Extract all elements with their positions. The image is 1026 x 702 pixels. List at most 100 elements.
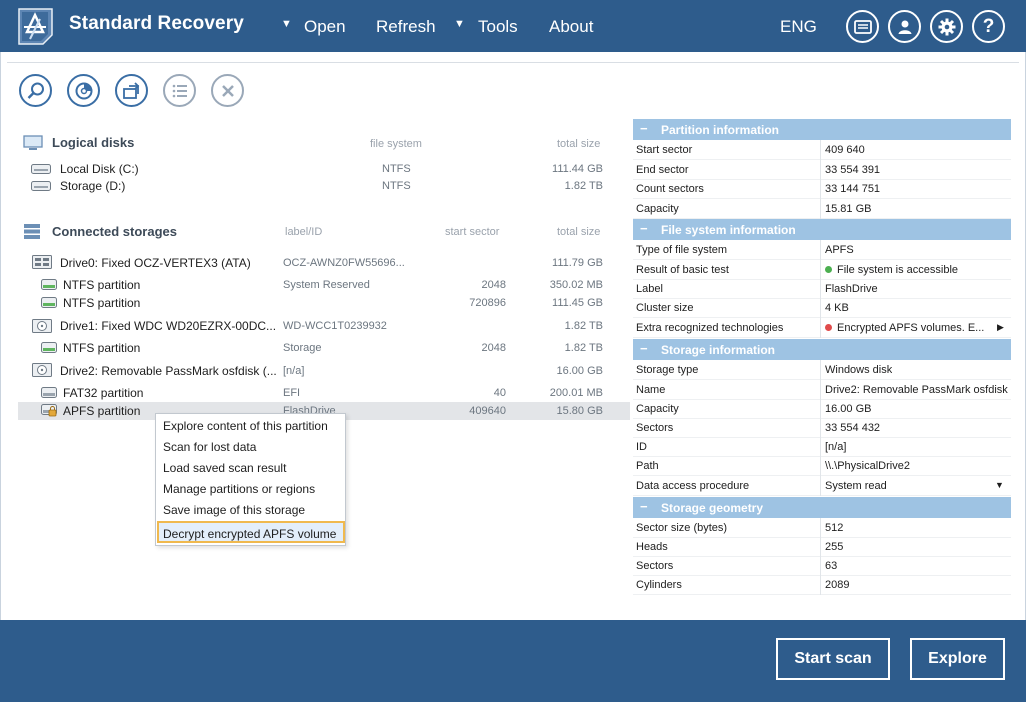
info-key: Count sectors xyxy=(636,183,704,195)
logical-disk-c-size: 111.44 GB xyxy=(552,163,603,175)
info-value: 512 xyxy=(825,522,844,534)
logical-disk-d-fs: NTFS xyxy=(382,180,411,192)
context-menu-scan[interactable]: Scan for lost data xyxy=(163,440,256,454)
info-row: Cluster size 4 KB xyxy=(633,298,1011,318)
info-key: ID xyxy=(636,441,647,453)
explore-button[interactable]: Explore xyxy=(910,638,1005,680)
info-key: Cylinders xyxy=(636,579,682,591)
settings-button[interactable] xyxy=(930,10,963,43)
storage-row-drive2-size: 16.00 GB xyxy=(556,365,603,377)
collapse-icon[interactable]: − xyxy=(640,341,648,356)
storage-row-ntfs-2[interactable]: NTFS partition xyxy=(63,296,140,310)
info-key: Heads xyxy=(636,541,668,553)
info-row: End sector 33 554 391 xyxy=(633,160,1011,180)
tools-dropdown-arrow-icon[interactable]: ▼ xyxy=(454,18,465,30)
account-button[interactable] xyxy=(888,10,921,43)
logical-disk-d[interactable]: Storage (D:) xyxy=(60,179,125,193)
storage-row-apfs[interactable]: APFS partition xyxy=(63,404,140,418)
info-key: Capacity xyxy=(636,403,679,415)
filesystem-info-title: File system information xyxy=(661,223,796,237)
storage-row-fat32-start: 40 xyxy=(493,387,506,399)
info-value: Windows disk xyxy=(825,364,893,376)
collapse-icon[interactable]: − xyxy=(640,221,648,236)
storage-stack-icon xyxy=(24,224,40,239)
collapse-icon[interactable]: − xyxy=(640,499,648,514)
toolbar-divider xyxy=(7,62,1019,63)
app-title: Standard Recovery xyxy=(69,13,244,34)
info-key: Sector size (bytes) xyxy=(636,522,728,534)
info-row: Capacity 15.81 GB xyxy=(633,199,1011,219)
partition-info-header[interactable]: − Partition information xyxy=(633,119,1011,140)
list-tool-button[interactable] xyxy=(163,74,196,107)
info-value: 33 554 391 xyxy=(825,164,881,176)
context-menu-decrypt-apfs[interactable]: Decrypt encrypted APFS volume xyxy=(163,527,336,541)
info-value: [n/a] xyxy=(825,441,847,453)
info-row: Start sector 409 640 xyxy=(633,140,1011,160)
logical-disk-c[interactable]: Local Disk (C:) xyxy=(60,162,139,176)
ssd-drive-icon xyxy=(32,255,52,269)
start-scan-button[interactable]: Start scan xyxy=(776,638,890,680)
message-button[interactable] xyxy=(846,10,879,43)
info-row: Sector size (bytes) 512 xyxy=(633,518,1011,538)
scan-tool-button[interactable] xyxy=(67,74,100,107)
language-selector[interactable]: ENG xyxy=(780,17,817,37)
storage-row-ntfs-1-start: 2048 xyxy=(481,279,506,291)
help-button[interactable]: ? xyxy=(972,10,1005,43)
data-access-select[interactable]: Data access procedure System read ▼ xyxy=(633,476,1011,496)
storages-col-label: label/ID xyxy=(285,226,323,238)
storage-row-drive2[interactable]: Drive2: Removable PassMark osfdisk (... xyxy=(60,364,277,378)
logical-col-total-size: total size xyxy=(557,138,601,150)
storage-row-drive0[interactable]: Drive0: Fixed OCZ-VERTEX3 (ATA) xyxy=(60,256,251,270)
open-dropdown-arrow-icon[interactable]: ▼ xyxy=(281,18,292,30)
filesystem-info-header[interactable]: − File system information xyxy=(633,219,1011,240)
close-tool-button[interactable] xyxy=(211,74,244,107)
context-menu-explore[interactable]: Explore content of this partition xyxy=(163,419,328,433)
info-row: Name Drive2: Removable PassMark osfdisk (… xyxy=(633,380,1011,400)
storage-row-ntfs-1-size: 350.02 MB xyxy=(549,279,603,291)
info-row: Heads 255 xyxy=(633,537,1011,557)
storage-row-ntfs-3[interactable]: NTFS partition xyxy=(63,341,140,355)
context-menu-load-scan[interactable]: Load saved scan result xyxy=(163,461,286,475)
load-scan-icon xyxy=(122,81,139,99)
monitor-icon xyxy=(23,135,43,150)
storage-info-header[interactable]: − Storage information xyxy=(633,339,1011,360)
menu-refresh[interactable]: Refresh xyxy=(376,17,436,37)
hdd-drive-icon xyxy=(32,363,52,377)
storage-row-ntfs-1-label: System Reserved xyxy=(283,279,370,291)
expand-right-icon[interactable]: ▶ xyxy=(997,322,1004,333)
context-menu-manage-partitions[interactable]: Manage partitions or regions xyxy=(163,482,315,496)
gear-icon xyxy=(938,18,955,35)
info-row-extra-tech[interactable]: Extra recognized technologies Encrypted A… xyxy=(633,318,1011,338)
info-value: 2089 xyxy=(825,579,850,591)
storage-row-apfs-size: 15.80 GB xyxy=(556,405,603,417)
info-value: 15.81 GB xyxy=(825,203,872,215)
storage-row-ntfs-1[interactable]: NTFS partition xyxy=(63,278,140,292)
geometry-info-header[interactable]: − Storage geometry xyxy=(633,497,1011,518)
storages-col-start-sector: start sector xyxy=(445,226,500,238)
hdd-drive-icon xyxy=(32,319,52,333)
context-menu-save-image[interactable]: Save image of this storage xyxy=(163,503,305,517)
info-row: Storage type Windows disk xyxy=(633,360,1011,380)
info-value: 63 xyxy=(825,560,838,572)
storage-row-drive1-size: 1.82 TB xyxy=(564,320,603,332)
message-icon xyxy=(853,19,872,34)
info-row: Label FlashDrive xyxy=(633,279,1011,299)
locked-partition-icon xyxy=(41,404,57,417)
partition-icon xyxy=(41,387,57,398)
info-row: ID [n/a] xyxy=(633,437,1011,457)
storage-row-fat32[interactable]: FAT32 partition xyxy=(63,386,143,400)
explore-tool-button[interactable] xyxy=(19,74,52,107)
menu-open[interactable]: Open xyxy=(304,17,346,37)
collapse-icon[interactable]: − xyxy=(640,121,648,136)
info-value: Drive2: Removable PassMark osfdisk (S xyxy=(825,384,1009,396)
storage-row-drive1[interactable]: Drive1: Fixed WDC WD20EZRX-00DC... xyxy=(60,319,276,333)
help-icon: ? xyxy=(982,16,995,37)
menu-about[interactable]: About xyxy=(549,17,593,37)
bottom-bar: Start scan Explore xyxy=(0,620,1026,702)
basic-test-status: File system is accessible xyxy=(837,264,959,276)
info-value: 16.00 GB xyxy=(825,403,872,415)
load-scan-tool-button[interactable] xyxy=(115,74,148,107)
menu-tools[interactable]: Tools xyxy=(478,17,518,37)
logical-disk-c-fs: NTFS xyxy=(382,163,411,175)
chevron-down-icon[interactable]: ▼ xyxy=(995,480,1004,490)
